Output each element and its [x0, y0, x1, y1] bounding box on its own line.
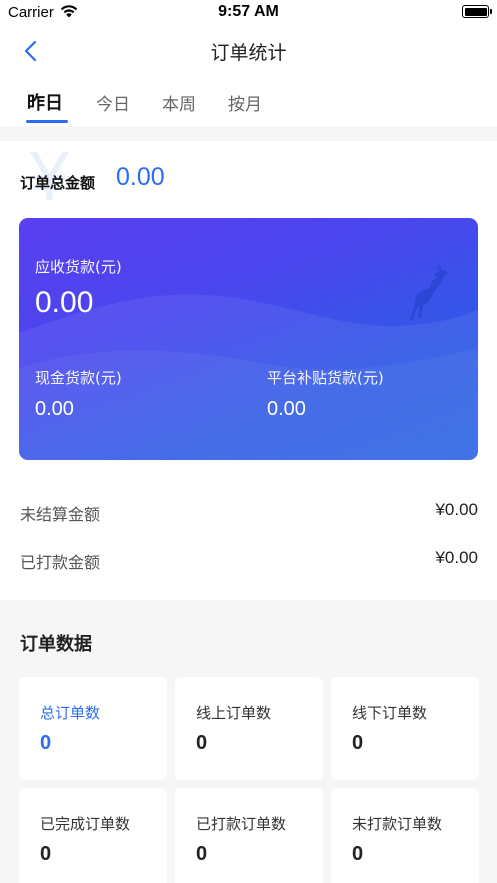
stat-label: 线下订单数 [352, 704, 428, 722]
stat-paid-orders[interactable]: 已打款订单数 0 [175, 788, 323, 883]
stat-value: 0 [40, 843, 52, 865]
wave-decoration [19, 294, 478, 460]
stat-label: 已完成订单数 [40, 815, 131, 833]
stat-completed-orders[interactable]: 已完成订单数 0 [19, 788, 167, 883]
stat-label: 已打款订单数 [196, 815, 287, 833]
page-title: 订单统计 [210, 42, 287, 64]
active-tab-indicator [26, 120, 68, 123]
unsettled-amount-row: 未结算金额 ¥0.00 [0, 497, 497, 527]
stat-online-orders[interactable]: 线上订单数 0 [175, 677, 323, 780]
tab-today[interactable]: 今日 [96, 90, 130, 115]
tab-this-week[interactable]: 本周 [162, 90, 196, 115]
stat-value: 0 [352, 732, 364, 754]
total-amount-label: 订单总金额 [20, 174, 96, 192]
subsidy-value: 0.00 [267, 398, 306, 420]
cash-value: 0.00 [35, 398, 74, 420]
unsettled-amount-value: ¥0.00 [435, 500, 478, 519]
status-bar: Carrier 9:57 AM [0, 0, 497, 26]
stat-value: 0 [40, 732, 52, 754]
paid-amount-row: 已打款金额 ¥0.00 [0, 545, 497, 575]
stat-value: 0 [196, 732, 208, 754]
unsettled-amount-label: 未结算金额 [20, 505, 101, 524]
order-data-section: 订单数据 总订单数 0 线上订单数 0 线下订单数 0 已完成订单数 0 已打款… [0, 600, 497, 883]
stat-value: 0 [196, 843, 208, 865]
stat-total-orders[interactable]: 总订单数 0 [19, 677, 167, 780]
summary-section: ¥ 订单总金额 0.00 应收货款(元) 0.00 现金货款(元) 0.00 平… [0, 141, 497, 600]
stat-offline-orders[interactable]: 线下订单数 0 [331, 677, 479, 780]
stat-label: 线上订单数 [196, 704, 272, 722]
battery-icon [462, 5, 492, 18]
nav-bar: 订单统计 [0, 26, 497, 76]
cash-label: 现金货款(元) [35, 369, 122, 387]
paid-amount-label: 已打款金额 [20, 553, 101, 572]
paid-amount-value: ¥0.00 [435, 548, 478, 567]
stat-value: 0 [352, 843, 364, 865]
total-amount-value: 0.00 [116, 163, 165, 191]
tab-by-month[interactable]: 按月 [228, 90, 262, 115]
stat-label: 未打款订单数 [352, 815, 443, 833]
receivable-value: 0.00 [35, 286, 94, 319]
tab-yesterday[interactable]: 昨日 [27, 89, 63, 115]
stat-unpaid-orders[interactable]: 未打款订单数 0 [331, 788, 479, 883]
period-tabs: 昨日 今日 本周 按月 [0, 76, 497, 126]
subsidy-label: 平台补贴货款(元) [267, 369, 384, 387]
receivable-label: 应收货款(元) [35, 258, 122, 276]
receivable-card: 应收货款(元) 0.00 现金货款(元) 0.00 平台补贴货款(元) 0.00 [19, 218, 478, 460]
deer-icon [410, 260, 448, 320]
clock: 9:57 AM [218, 3, 279, 20]
stat-label: 总订单数 [40, 704, 101, 722]
order-data-title: 订单数据 [20, 634, 92, 655]
